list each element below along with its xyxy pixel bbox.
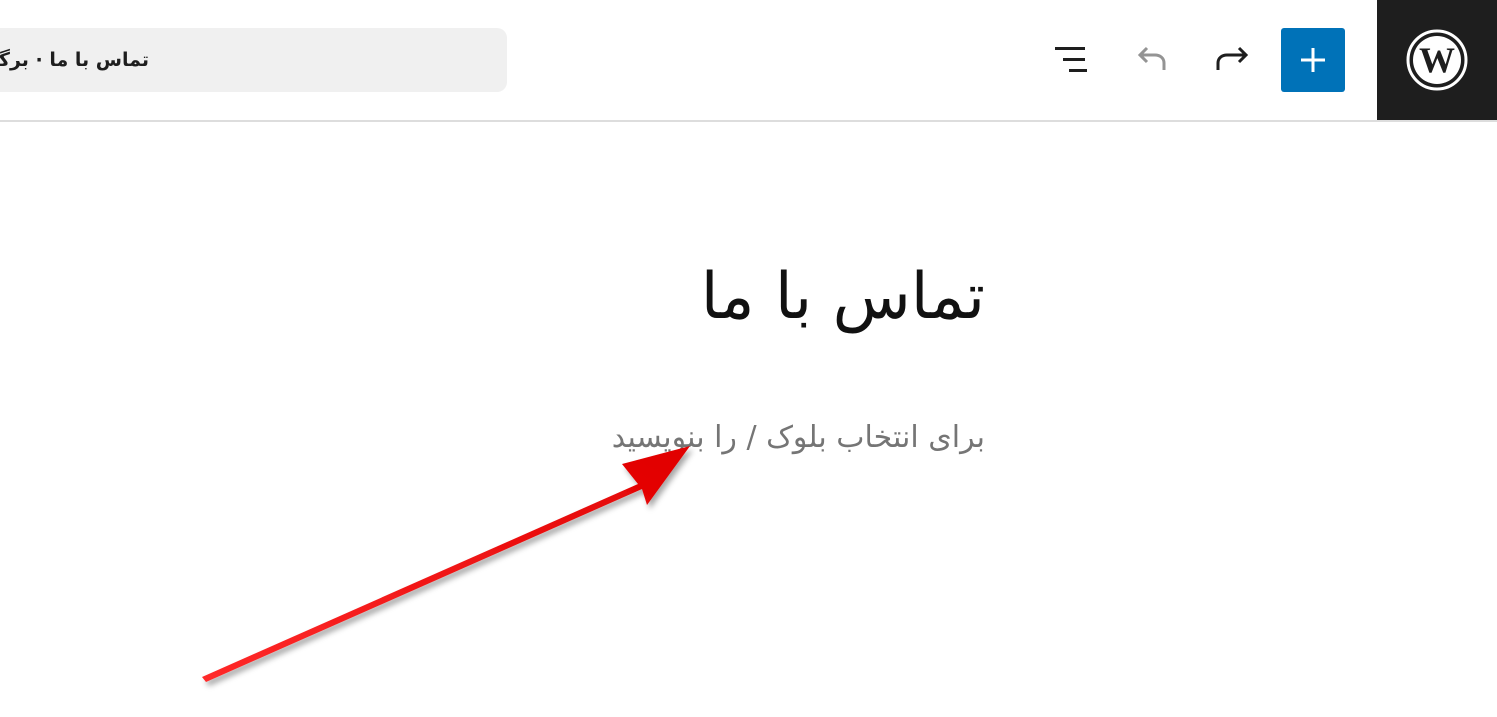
editor-canvas[interactable]: تماس با ما برای انتخاب بلوک / را بنویسید <box>0 122 1497 717</box>
wordpress-logo-icon: W <box>1406 29 1468 91</box>
page-title[interactable]: تماس با ما <box>701 257 985 337</box>
annotation-arrow <box>202 446 690 682</box>
redo-button[interactable] <box>1201 28 1265 92</box>
undo-icon <box>1137 46 1166 70</box>
document-title: تماس با ما · برگه <box>0 49 149 71</box>
plus-icon <box>1301 48 1325 72</box>
list-view-button[interactable] <box>1041 28 1105 92</box>
add-block-button[interactable] <box>1281 28 1345 92</box>
document-title-bar[interactable]: تماس با ما · برگه <box>0 28 507 92</box>
undo-button[interactable] <box>1121 28 1185 92</box>
editor-header: تماس با ما · برگه W <box>0 0 1497 122</box>
arrow-shape <box>202 446 690 682</box>
svg-text:W: W <box>1419 40 1455 80</box>
site-logo-button[interactable]: W <box>1377 0 1497 120</box>
redo-icon <box>1216 46 1249 70</box>
list-view-icon <box>1055 47 1087 72</box>
